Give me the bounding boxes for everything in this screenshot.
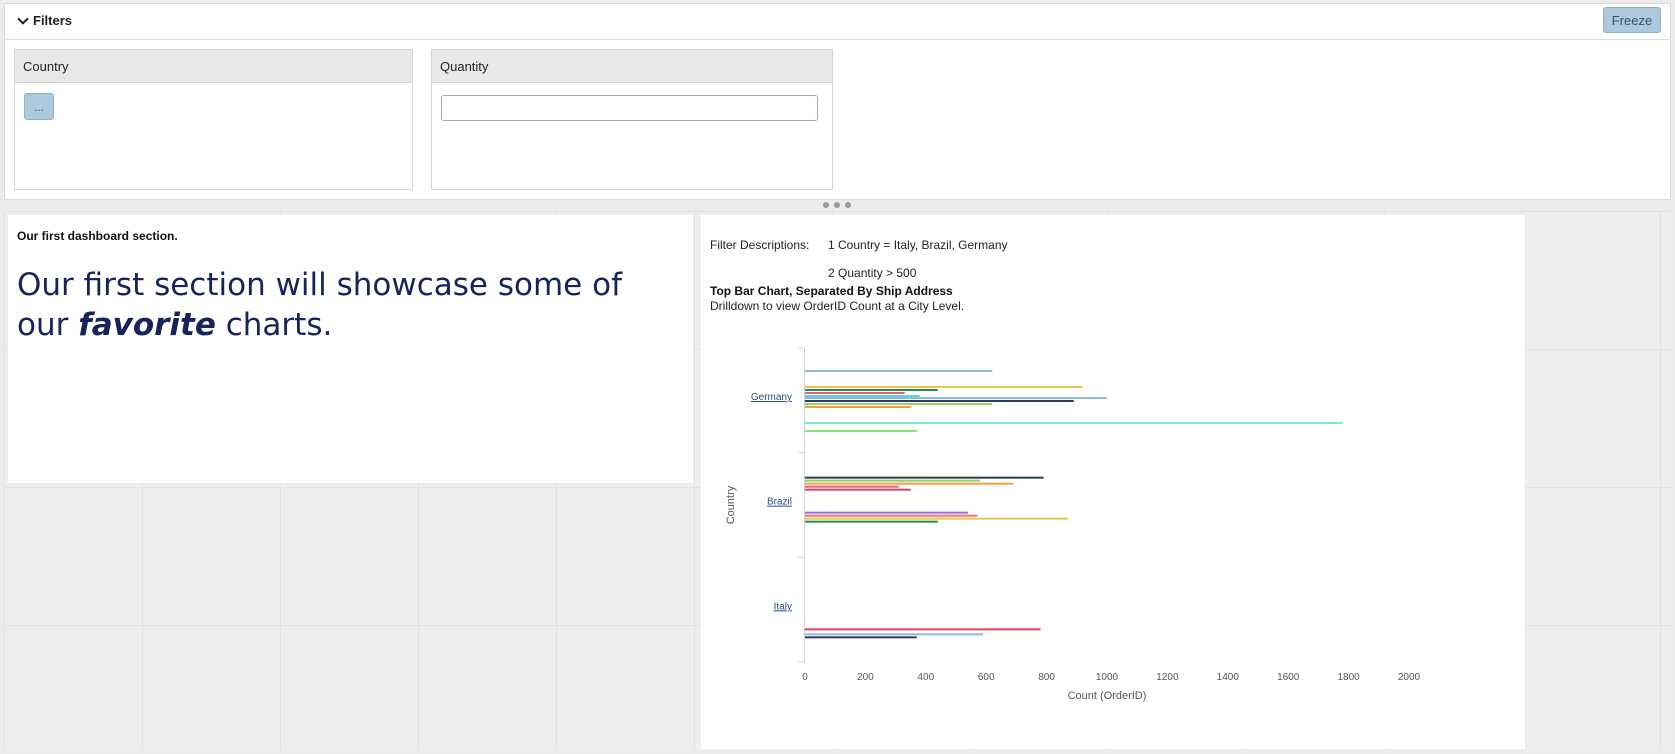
bar-brazil xyxy=(805,482,1014,485)
bar-germany xyxy=(805,406,911,408)
handle-dot xyxy=(834,202,840,208)
heading-emphasis: favorite xyxy=(78,307,216,343)
x-tick-label: 1600 xyxy=(1277,672,1300,683)
x-tick-label: 1800 xyxy=(1337,672,1360,683)
bar-germany xyxy=(805,400,1074,402)
x-axis-label: Count (OrderID) xyxy=(1068,690,1147,702)
country-label-germany[interactable]: Germany xyxy=(751,392,792,403)
country-filter-options-button[interactable]: ... xyxy=(24,93,54,120)
bar-brazil xyxy=(805,520,938,523)
bar-germany xyxy=(805,389,938,391)
bar-germany xyxy=(805,370,993,372)
x-tick-label: 800 xyxy=(1038,672,1055,683)
filters-toggle[interactable]: Filters xyxy=(17,12,73,28)
bar-brazil xyxy=(805,511,969,514)
section-heading: Our first section will showcase some of … xyxy=(17,265,677,345)
bar-germany xyxy=(805,430,917,432)
y-axis-label: Country xyxy=(725,485,737,524)
quantity-input[interactable] xyxy=(441,95,818,121)
quantity-filter-label: Quantity xyxy=(432,50,832,83)
bar-italy xyxy=(805,636,917,639)
filters-toggle-label: Filters xyxy=(33,13,73,28)
country-label-italy[interactable]: Italy xyxy=(774,601,792,612)
x-tick-label: 1000 xyxy=(1096,672,1119,683)
bar-italy xyxy=(805,633,984,636)
bar-germany xyxy=(805,397,1107,399)
bar-germany xyxy=(805,392,905,394)
bar-chart: 0 200 400 600 800 1000 1200 1400 1600 1800 2000 Cou… xyxy=(725,347,1421,702)
filters-panel: Filters Freeze Country ... Quantity xyxy=(4,3,1671,200)
x-tick-label: 0 xyxy=(802,672,808,683)
bar-germany xyxy=(805,386,1083,388)
bar-brazil xyxy=(805,514,978,517)
bar-germany xyxy=(805,395,920,397)
x-tick-label: 2000 xyxy=(1398,672,1421,683)
x-tick-label: 600 xyxy=(978,672,995,683)
bar-brazil xyxy=(805,517,1068,520)
x-tick-label: 1400 xyxy=(1217,672,1240,683)
country-filter-card: Country ... xyxy=(14,49,413,190)
x-tick-label: 200 xyxy=(857,672,874,683)
x-tick-label: 1200 xyxy=(1156,672,1179,683)
bar-germany xyxy=(805,403,993,405)
quantity-filter-card: Quantity xyxy=(431,49,833,190)
country-filter-label: Country xyxy=(15,50,412,83)
bar-germany xyxy=(805,422,1343,424)
dashboard-grid: Our first dashboard section. Our first s… xyxy=(4,211,1671,750)
bar-italy xyxy=(805,628,1041,631)
chart-section[interactable]: Filter Descriptions: 1 Country = Italy, … xyxy=(701,215,1525,749)
bar-brazil xyxy=(805,476,1044,479)
bar-brazil xyxy=(805,488,911,491)
country-label-brazil[interactable]: Brazil xyxy=(767,497,792,508)
handle-dot xyxy=(845,202,851,208)
handle-dot xyxy=(823,202,829,208)
chevron-down-icon xyxy=(17,12,29,25)
bar-brazil xyxy=(805,479,981,482)
bar-brazil xyxy=(805,485,899,488)
section-title: Our first dashboard section. xyxy=(17,229,178,243)
freeze-button[interactable]: Freeze xyxy=(1603,7,1661,33)
filters-header: Filters Freeze xyxy=(5,4,1670,40)
heading-text-after: charts. xyxy=(215,307,333,343)
text-section[interactable]: Our first dashboard section. Our first s… xyxy=(8,215,693,483)
x-tick-label: 400 xyxy=(917,672,934,683)
panel-resize-handle[interactable] xyxy=(820,201,854,209)
